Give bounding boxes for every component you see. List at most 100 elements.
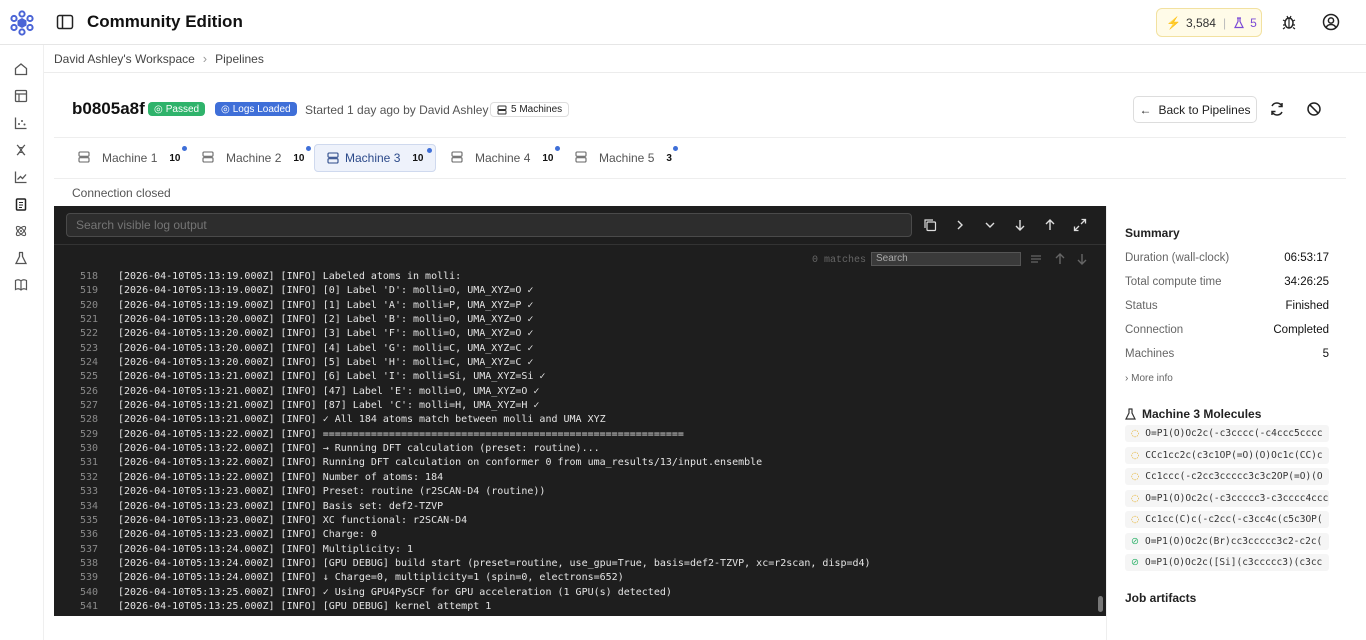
log-text: [2026-04-10T05:13:25.000Z] [INFO] [GPU D… [118,600,492,612]
tab-count: 10 [542,152,554,164]
log-text: [2026-04-10T05:13:24.000Z] [INFO] [GPU D… [118,557,871,569]
log-scrollbar[interactable] [1098,596,1103,612]
machines-badge: 5 Machines [490,102,570,117]
log-line: 535 [2026-04-10T05:13:23.000Z] [INFO] XC … [54,514,1094,528]
line-number: 523 [79,342,98,354]
tab-machine-2[interactable]: Machine 2 10 [202,144,311,172]
log-line: 523 [2026-04-10T05:13:20.000Z] [INFO] [4]… [54,342,1094,356]
summary-key: Status [1125,300,1158,312]
log-text: [2026-04-10T05:13:20.000Z] [INFO] [5] La… [118,357,534,369]
scatter-chart-icon[interactable] [14,116,28,130]
status-dot [427,148,432,153]
line-number: 536 [79,529,98,541]
status-badge-label: Passed [165,103,200,115]
check-circle-icon: ⊘ [1131,557,1139,568]
match-count: 0 matches [812,255,867,266]
molecule-item[interactable]: ◌ CCc1cc2c(c3c1OP(=O)(O)Oc1c(CC)c [1125,446,1329,464]
home-icon[interactable] [14,62,28,76]
summary-row-compute: Total compute time 34:26:25 [1125,276,1329,292]
app-logo-icon[interactable] [9,10,35,36]
spinner-icon: ◌ [1131,471,1140,482]
summary-key: Total compute time [1125,276,1222,288]
sidebar-toggle-icon[interactable] [56,13,74,31]
server-icon [497,105,507,114]
arrow-up-icon[interactable] [1043,218,1057,232]
tab-count: 10 [293,152,305,164]
line-number: 532 [79,471,98,483]
molecule-item[interactable]: ⊘ O=P1(O)Oc2c([Si](c3ccccc3)(c3cc [1125,554,1329,571]
molecule-smiles: O=P1(O)Oc2c([Si](c3ccccc3)(c3cc [1144,557,1323,568]
log-text: [2026-04-10T05:13:23.000Z] [INFO] Preset… [118,486,546,498]
line-number: 538 [79,557,98,569]
find-input[interactable]: Search [871,252,1021,266]
credits-separator: | [1222,15,1227,30]
check-circle-icon: ◎ [154,103,163,115]
refresh-icon[interactable] [1268,100,1286,118]
log-line: 541 [2026-04-10T05:13:25.000Z] [INFO] [GP… [54,600,1094,614]
tab-label: Machine 5 [599,151,655,165]
tab-machine-3[interactable]: Machine 3 10 [314,144,436,172]
copy-icon[interactable] [923,218,937,232]
log-text: [2026-04-10T05:13:19.000Z] [INFO] [0] La… [118,285,534,297]
log-line: 520 [2026-04-10T05:13:19.000Z] [INFO] [1]… [54,299,1094,313]
summary-value: 06:53:17 [1284,252,1329,264]
molecule-item[interactable]: ⊘ O=P1(O)Oc2c(Br)cc3ccccc3c2-c2c( [1125,532,1329,550]
spinner-icon: ◌ [1131,514,1140,525]
credits-badge[interactable]: ⚡ 3,584 | 5 [1156,8,1262,37]
line-number: 528 [79,414,98,426]
line-number: 521 [79,314,98,326]
log-text: [2026-04-10T05:13:21.000Z] [INFO] [87] L… [118,400,540,412]
log-line: 533 [2026-04-10T05:13:23.000Z] [INFO] Pre… [54,485,1094,499]
molecule-icon[interactable] [14,143,28,157]
line-number: 525 [79,371,98,383]
beaker-icon[interactable] [14,251,28,265]
tab-machine-4[interactable]: Machine 4 10 [451,144,560,172]
server-icon [327,152,339,164]
log-line: 529 [2026-04-10T05:13:22.000Z] [INFO] ===… [54,428,1094,442]
table-icon[interactable] [14,89,28,103]
breadcrumb-workspace[interactable]: David Ashley's Workspace [54,52,195,66]
molecule-item[interactable]: ◌ O=P1(O)Oc2c(-c3ccccc3-c3cccc4ccc [1125,489,1329,507]
server-icon [575,151,587,163]
tab-label: Machine 2 [226,151,282,165]
user-account-icon[interactable] [1322,13,1340,31]
machine-tabs: Machine 1 10 Machine 2 10 Machine 3 10 M… [54,137,1346,179]
log-search-input[interactable] [66,213,912,237]
arrow-up-icon[interactable] [1054,253,1066,265]
log-viewer: 0 matches Search 518 [2026-04-10T05:13:19… [54,206,1106,616]
expand-icon[interactable] [1073,218,1087,232]
log-text: [2026-04-10T05:13:20.000Z] [INFO] [4] La… [118,342,534,354]
more-info-toggle[interactable]: › More info [1125,373,1173,384]
book-icon[interactable] [14,278,28,292]
chevron-right-icon[interactable] [953,218,967,232]
log-line: 518 [2026-04-10T05:13:19.000Z] [INFO] Lab… [54,270,1094,284]
log-lines[interactable]: 518 [2026-04-10T05:13:19.000Z] [INFO] Lab… [54,270,1094,616]
tab-machine-1[interactable]: Machine 1 10 [78,144,187,172]
molecule-item[interactable]: ◌ O=P1(O)Oc2c(-c3cccc(-c4ccc5cccc [1125,425,1329,442]
log-text: [2026-04-10T05:13:23.000Z] [INFO] XC fun… [118,514,468,526]
app-title: Community Edition [87,12,243,31]
filter-lines-icon[interactable] [1030,253,1042,265]
log-text: [2026-04-10T05:13:20.000Z] [INFO] [2] La… [118,314,534,326]
tab-machine-5[interactable]: Machine 5 3 [575,144,678,172]
more-info-label: More info [1131,373,1173,384]
line-number: 539 [79,572,98,584]
arrow-down-icon[interactable] [1013,218,1027,232]
log-text: [2026-04-10T05:13:24.000Z] [INFO] ↓ Char… [118,572,624,584]
line-chart-icon[interactable] [14,170,28,184]
top-bar: Community Edition ⚡ 3,584 | 5 [0,0,1366,45]
molecule-item[interactable]: ◌ Cc1cc(C)c(-c2cc(-c3cc4c(c5c3OP( [1125,511,1329,528]
clipboard-icon[interactable] [14,197,28,211]
back-to-pipelines-button[interactable]: ← Back to Pipelines [1133,96,1257,123]
bug-report-icon[interactable] [1280,13,1298,31]
arrow-down-icon[interactable] [1076,253,1088,265]
breadcrumb-pipelines[interactable]: Pipelines [215,52,264,66]
cancel-job-icon[interactable] [1305,100,1323,118]
summary-key: Connection [1125,324,1184,336]
molecules-title: Machine 3 Molecules [1125,407,1261,421]
molecule-item[interactable]: ◌ Cc1ccc(-c2cc3ccccc3c3c2OP(=O)(O [1125,468,1329,485]
line-number: 522 [79,328,98,340]
summary-row-status: Status Finished [1125,300,1329,316]
atom-icon[interactable] [14,224,28,238]
chevron-down-icon[interactable] [983,218,997,232]
